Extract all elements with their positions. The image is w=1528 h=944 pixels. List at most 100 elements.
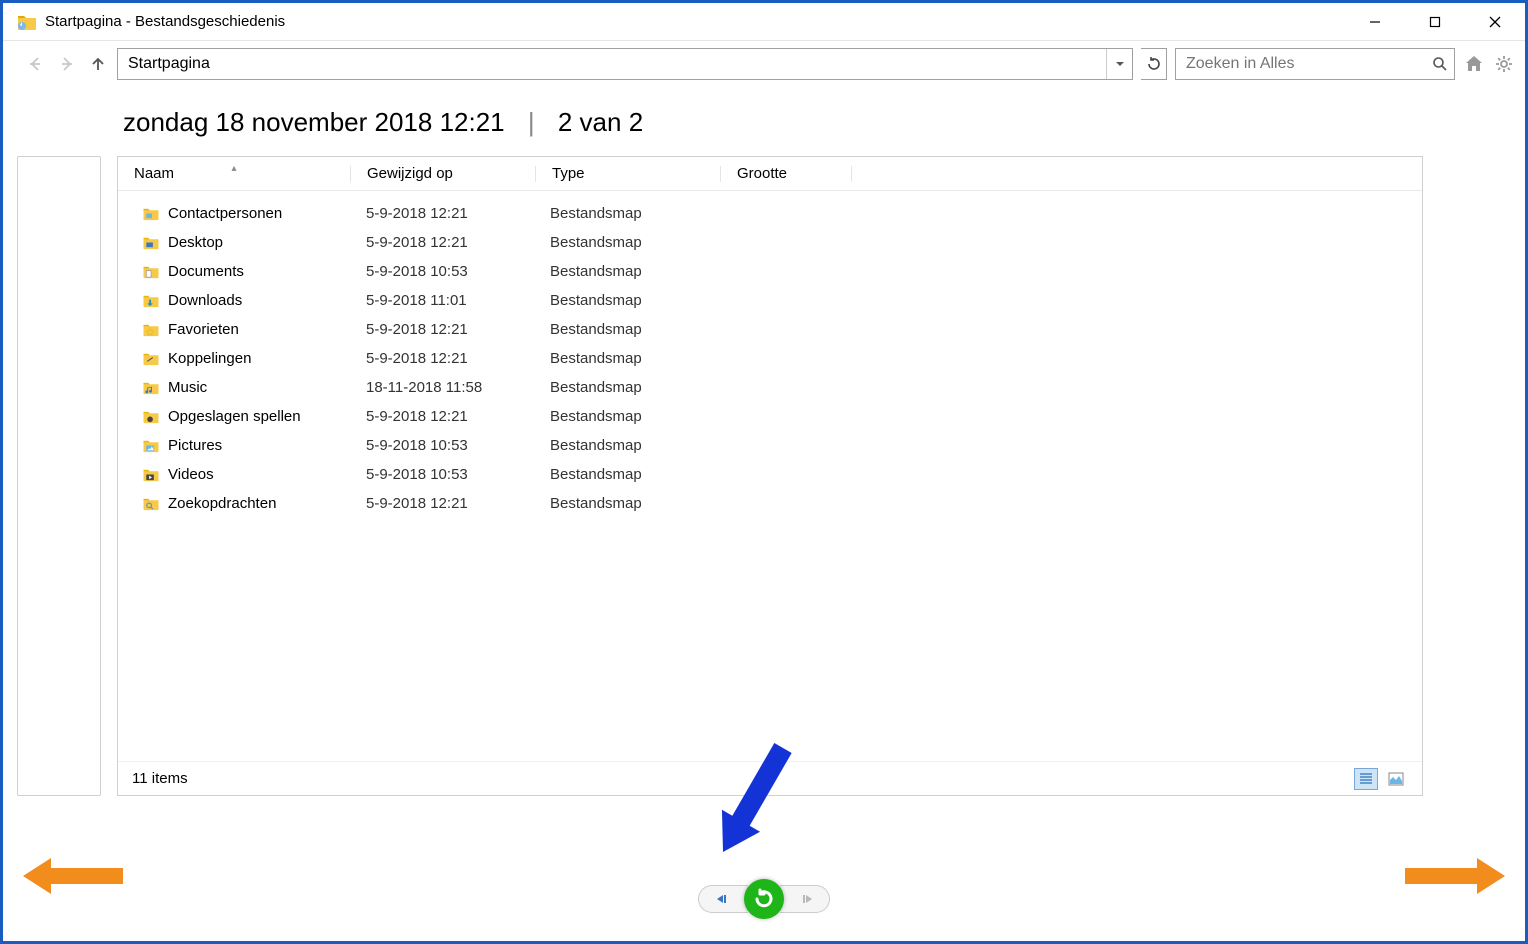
folder-icon	[142, 351, 160, 366]
item-type: Bestandsmap	[534, 292, 718, 309]
back-button[interactable]	[23, 52, 47, 76]
item-name: Zoekopdrachten	[168, 495, 276, 512]
window-controls	[1345, 4, 1525, 40]
item-name: Pictures	[168, 437, 222, 454]
previous-version-button[interactable]	[698, 885, 748, 913]
address-bar-container	[117, 48, 1133, 80]
previous-version-peek[interactable]	[17, 156, 101, 796]
item-type: Bestandsmap	[534, 408, 718, 425]
folder-icon	[142, 380, 160, 395]
item-modified: 5-9-2018 10:53	[350, 263, 534, 280]
file-rows: Contactpersonen 5-9-2018 12:21 Bestandsm…	[118, 191, 1422, 526]
folder-icon	[142, 467, 160, 482]
item-modified: 5-9-2018 10:53	[350, 437, 534, 454]
annotation-arrow-right	[1405, 854, 1505, 901]
version-nav-controls	[698, 879, 830, 919]
table-row[interactable]: Pictures 5-9-2018 10:53 Bestandsmap	[118, 431, 1422, 460]
item-type: Bestandsmap	[534, 321, 718, 338]
item-name: Favorieten	[168, 321, 239, 338]
item-modified: 5-9-2018 12:21	[350, 205, 534, 222]
file-list-panel: Naam Gewijzigd op Type Grootte Contactpe…	[117, 156, 1423, 796]
minimize-button[interactable]	[1345, 4, 1405, 40]
version-header: zondag 18 november 2018 12:21 | 2 van 2	[3, 87, 1525, 156]
filehistory-app-icon	[17, 13, 37, 31]
column-headers: Naam Gewijzigd op Type Grootte	[118, 157, 1422, 191]
item-modified: 5-9-2018 10:53	[350, 466, 534, 483]
annotation-arrow-left	[23, 854, 123, 901]
item-modified: 18-11-2018 11:58	[350, 379, 534, 396]
item-type: Bestandsmap	[534, 437, 718, 454]
item-type: Bestandsmap	[534, 263, 718, 280]
item-name: Desktop	[168, 234, 223, 251]
folder-icon	[142, 409, 160, 424]
table-row[interactable]: Contactpersonen 5-9-2018 12:21 Bestandsm…	[118, 199, 1422, 228]
status-bar: 11 items	[118, 761, 1422, 795]
folder-icon	[142, 496, 160, 511]
search-input[interactable]	[1176, 55, 1426, 73]
details-view-button[interactable]	[1354, 768, 1378, 790]
content-area: Naam Gewijzigd op Type Grootte Contactpe…	[3, 156, 1525, 796]
table-row[interactable]: Koppelingen 5-9-2018 12:21 Bestandsmap	[118, 344, 1422, 373]
item-modified: 5-9-2018 12:21	[350, 408, 534, 425]
home-icon[interactable]	[1463, 53, 1485, 75]
maximize-button[interactable]	[1405, 4, 1465, 40]
item-count: 11 items	[132, 770, 188, 787]
column-name-header[interactable]: Naam	[118, 165, 350, 182]
filehistory-window: Startpagina - Bestandsgeschiedenis zonda…	[0, 0, 1528, 944]
toolbar	[3, 41, 1525, 87]
up-button[interactable]	[87, 53, 109, 75]
folder-icon	[142, 235, 160, 250]
folder-icon	[142, 293, 160, 308]
item-type: Bestandsmap	[534, 234, 718, 251]
item-type: Bestandsmap	[534, 495, 718, 512]
column-type-header[interactable]: Type	[536, 165, 720, 182]
item-type: Bestandsmap	[534, 466, 718, 483]
item-type: Bestandsmap	[534, 350, 718, 367]
version-datetime: zondag 18 november 2018 12:21	[123, 107, 505, 137]
view-mode-toggles	[1354, 768, 1408, 790]
table-row[interactable]: Zoekopdrachten 5-9-2018 12:21 Bestandsma…	[118, 489, 1422, 518]
search-box	[1175, 48, 1455, 80]
folder-icon	[142, 322, 160, 337]
item-modified: 5-9-2018 12:21	[350, 234, 534, 251]
folder-icon	[142, 206, 160, 221]
item-name: Koppelingen	[168, 350, 251, 367]
table-row[interactable]: Desktop 5-9-2018 12:21 Bestandsmap	[118, 228, 1422, 257]
item-name: Documents	[168, 263, 244, 280]
table-row[interactable]: Documents 5-9-2018 10:53 Bestandsmap	[118, 257, 1422, 286]
item-name: Opgeslagen spellen	[168, 408, 301, 425]
item-name: Contactpersonen	[168, 205, 282, 222]
address-input[interactable]	[118, 49, 1106, 79]
table-row[interactable]: Favorieten 5-9-2018 12:21 Bestandsmap	[118, 315, 1422, 344]
item-name: Videos	[168, 466, 214, 483]
item-name: Downloads	[168, 292, 242, 309]
forward-button[interactable]	[55, 52, 79, 76]
settings-icon[interactable]	[1493, 53, 1515, 75]
title-bar: Startpagina - Bestandsgeschiedenis	[3, 3, 1525, 41]
restore-button[interactable]	[744, 879, 784, 919]
refresh-button[interactable]	[1141, 48, 1167, 80]
window-title: Startpagina - Bestandsgeschiedenis	[45, 13, 285, 30]
table-row[interactable]: Videos 5-9-2018 10:53 Bestandsmap	[118, 460, 1422, 489]
thumbnail-view-button[interactable]	[1384, 768, 1408, 790]
address-dropdown-button[interactable]	[1106, 49, 1132, 79]
item-type: Bestandsmap	[534, 205, 718, 222]
item-modified: 5-9-2018 12:21	[350, 350, 534, 367]
folder-icon	[142, 264, 160, 279]
table-row[interactable]: Music 18-11-2018 11:58 Bestandsmap	[118, 373, 1422, 402]
table-row[interactable]: Downloads 5-9-2018 11:01 Bestandsmap	[118, 286, 1422, 315]
search-icon[interactable]	[1426, 56, 1454, 72]
close-button[interactable]	[1465, 4, 1525, 40]
next-version-button[interactable]	[780, 885, 830, 913]
version-page-indicator: 2 van 2	[558, 107, 643, 137]
column-modified-header[interactable]: Gewijzigd op	[351, 165, 535, 182]
folder-icon	[142, 438, 160, 453]
column-size-header[interactable]: Grootte	[721, 165, 851, 182]
header-divider: |	[528, 107, 535, 137]
item-modified: 5-9-2018 11:01	[350, 292, 534, 309]
item-type: Bestandsmap	[534, 379, 718, 396]
item-name: Music	[168, 379, 207, 396]
item-modified: 5-9-2018 12:21	[350, 321, 534, 338]
table-row[interactable]: Opgeslagen spellen 5-9-2018 12:21 Bestan…	[118, 402, 1422, 431]
item-modified: 5-9-2018 12:21	[350, 495, 534, 512]
